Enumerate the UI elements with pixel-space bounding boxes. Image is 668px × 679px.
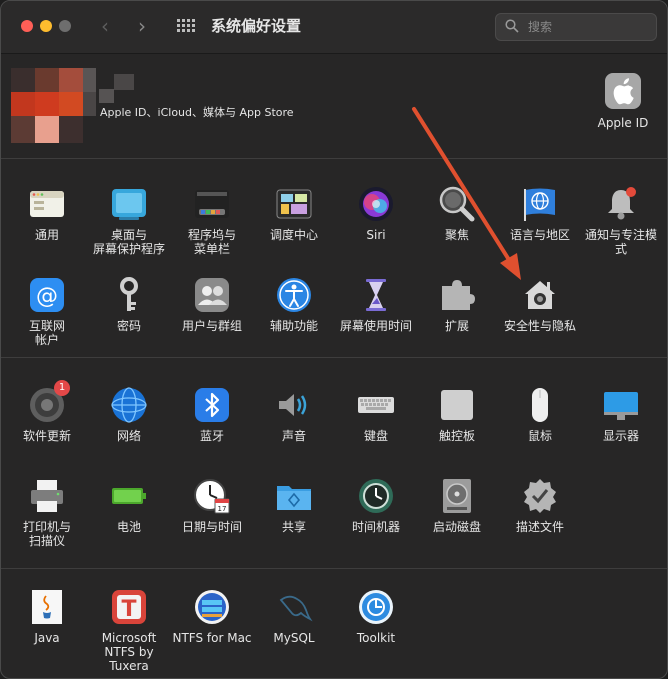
trackpad-icon [441,390,473,420]
network-icon [111,387,147,423]
bluetooth-icon [195,388,229,422]
forward-chevron-icon[interactable]: › [138,14,146,38]
pref-label: 程序坞与 菜单栏 [187,228,236,256]
general-icon [30,191,64,217]
pref-label: Toolkit [356,631,396,645]
pref-label: 显示器 [602,429,639,443]
pref-label: 密码 [116,319,141,333]
pref-label: 触控板 [438,429,475,443]
pref-label: 桌面与 屏幕保护程序 [92,228,165,256]
pref-label: 聚焦 [444,228,469,242]
pref-label: 描述文件 [515,520,564,534]
pref-label: 时间机器 [351,520,400,534]
section-divider [1,357,667,358]
pref-label: Java [34,631,60,645]
minimize-window-button[interactable] [40,20,52,32]
window-title: 系统偏好设置 [211,17,302,35]
pref-label: 共享 [281,520,306,534]
security-icon [525,281,555,309]
pref-label: MySQL [273,631,315,645]
pref-label: 蓝牙 [199,429,224,443]
back-chevron-icon[interactable]: ‹ [101,14,109,38]
mysql-icon [279,595,313,622]
apple-id-label: Apple ID [597,116,649,130]
keyboard-icon [358,397,394,413]
startup-disk-icon [443,479,471,513]
users-icon [195,278,229,312]
printer-icon [31,480,63,512]
account-label[interactable]: Apple ID、iCloud、媒体与 App Store [100,104,294,120]
pref-label: NTFS for Mac [172,631,252,645]
show-all-grid-icon[interactable] [177,19,195,33]
pref-label: 用户与群组 [181,319,242,333]
section-divider [1,568,667,569]
pref-label: 日期与时间 [181,520,242,534]
titlebar: ‹ › 系统偏好设置 [1,1,667,54]
svg-text:@: @ [36,284,58,309]
sound-icon [279,394,307,416]
language-icon [524,188,555,221]
pref-label: 电池 [116,520,141,534]
pref-label: Microsoft NTFS by Tuxera [101,631,157,673]
zoom-window-button[interactable] [59,20,71,32]
clock-icon: 17 [194,479,230,514]
svg-text:T: T [121,597,136,622]
pref-label: 声音 [281,429,306,443]
apple-id-button[interactable]: Apple ID [595,73,651,137]
update-badge: 1 [54,380,70,396]
pref-label: 通用 [34,228,59,242]
system-preferences-window: ‹ › 系统偏好设置 Apple ID、iCloud、媒体与 App S [0,0,668,679]
tuxera-icon: T [112,590,146,624]
pref-label: 安全性与隐私 [503,319,576,333]
pref-label: 软件更新 [22,429,71,443]
profiles-icon [524,479,556,513]
pref-label: 屏幕使用时间 [339,319,412,333]
pref-label: 键盘 [363,429,388,443]
pref-label: 打印机与 扫描仪 [22,520,71,548]
pref-label: 通知与专注模式 [584,228,657,256]
extensions-icon [442,280,475,310]
internet-accounts-icon: @ [30,278,64,312]
close-window-button[interactable] [21,20,33,32]
pref-label: 语言与地区 [509,228,570,242]
section-divider [1,158,667,159]
time-machine-icon [359,479,393,513]
ntfs-for-mac-icon [195,590,229,624]
java-icon [32,590,62,624]
toolkit-icon [359,590,393,624]
mouse-icon [532,388,548,422]
pref-label: Siri [366,228,386,242]
search-input[interactable] [526,17,650,37]
pref-label: 网络 [116,429,141,443]
pref-label: 鼠标 [527,429,552,443]
svg-text:17: 17 [218,505,227,513]
siri-icon [359,187,393,221]
pref-label: 互联网 帐户 [28,319,65,347]
mission-control-icon [276,189,312,219]
battery-icon [112,488,146,504]
pref-label: 启动磁盘 [432,520,481,534]
avatar-pixel-fragment [99,89,114,103]
avatar[interactable] [11,68,96,143]
accessibility-icon [277,278,311,312]
display-icon [604,392,638,420]
dock-icon [195,190,229,218]
apple-logo-icon [605,73,641,109]
search-icon [505,19,519,33]
key-icon [120,277,138,311]
hourglass-icon [366,279,386,311]
search-field[interactable] [495,13,657,41]
notifications-icon [608,187,636,220]
pref-label: 辅助功能 [269,319,318,333]
spotlight-icon [439,186,475,222]
avatar-pixel-fragment [114,74,134,90]
pref-label: 调度中心 [269,228,318,242]
pref-label: 扩展 [444,319,469,333]
sharing-icon [277,486,311,510]
desktop-icon [112,189,146,220]
